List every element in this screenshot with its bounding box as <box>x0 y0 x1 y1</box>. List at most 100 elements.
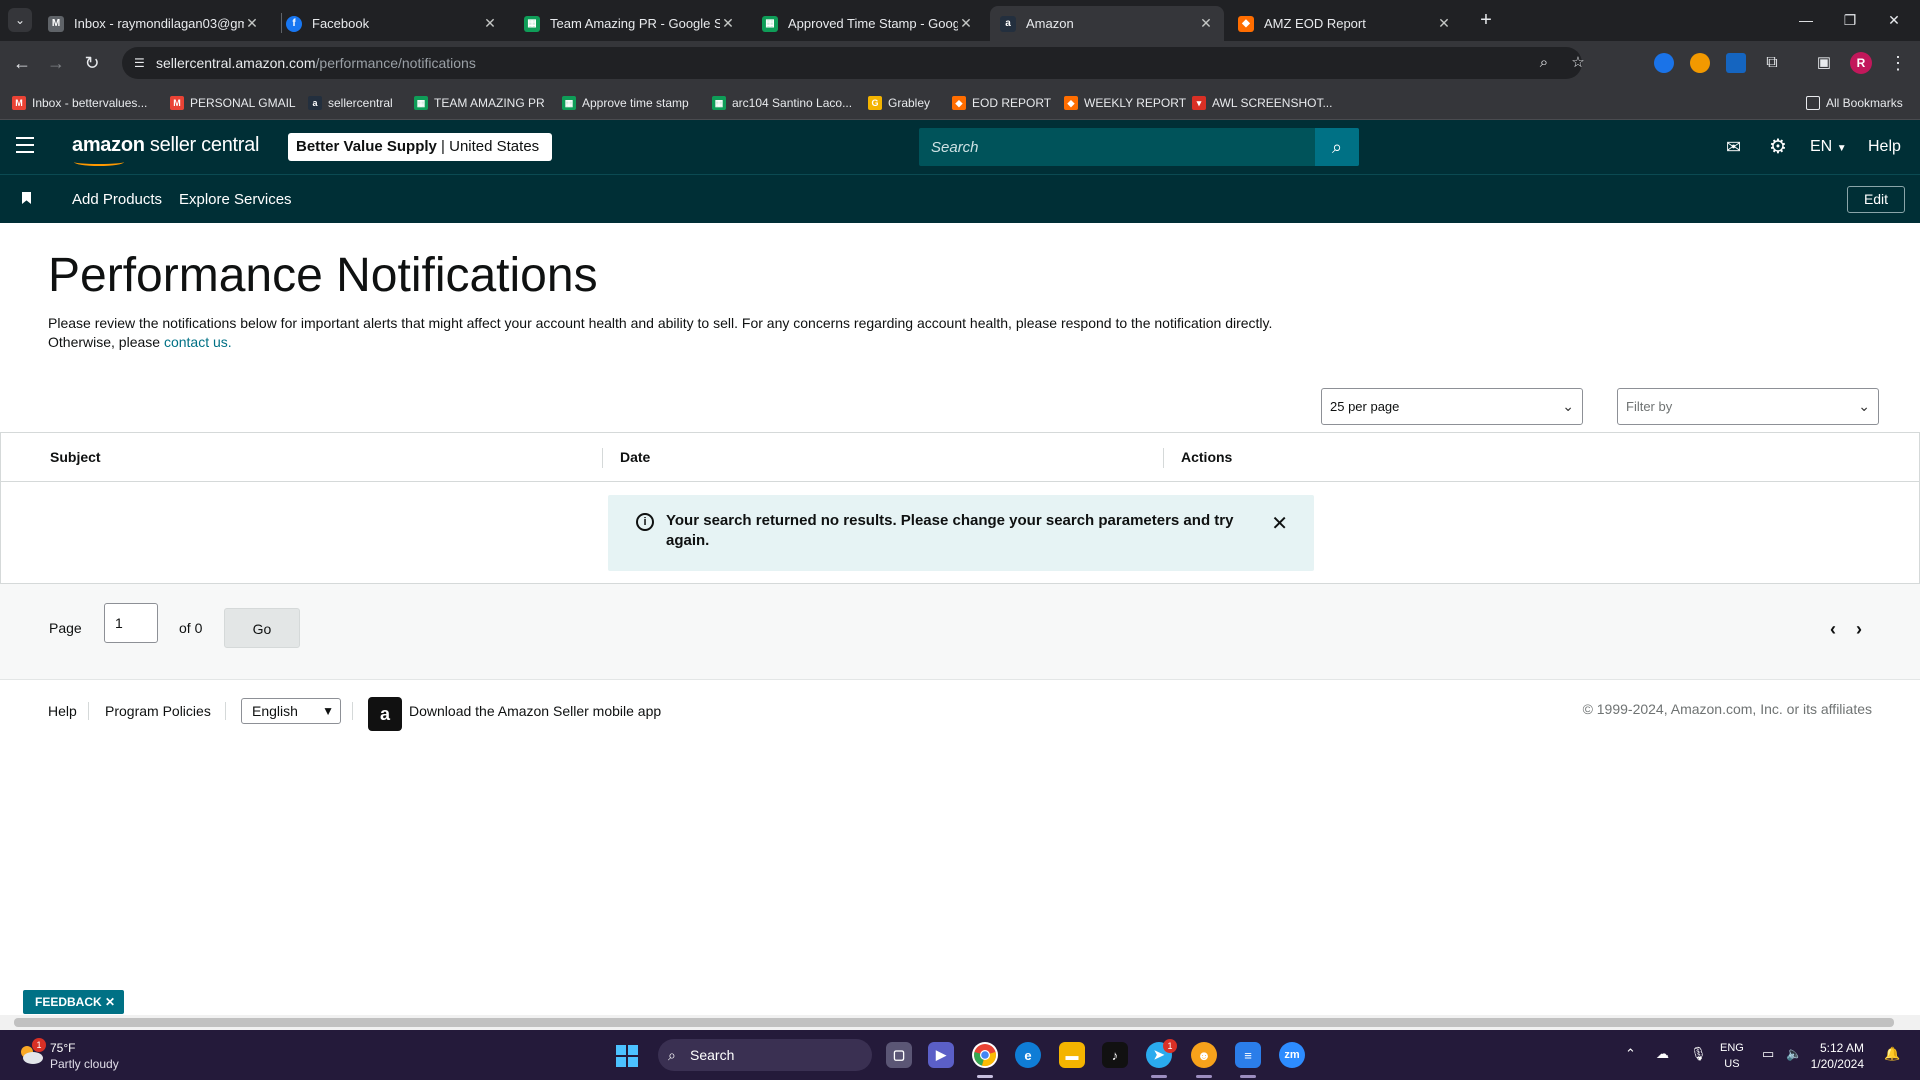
scrollbar-thumb[interactable] <box>14 1018 1894 1027</box>
extensions-icon[interactable]: ⧉ <box>1760 51 1784 75</box>
chrome-icon[interactable] <box>972 1042 998 1068</box>
bookmark-item[interactable]: M Inbox - bettervalues... <box>12 93 147 113</box>
file-explorer-icon[interactable]: ▬ <box>1059 1042 1085 1068</box>
notification-bell-icon[interactable]: 🔔 <box>1884 1046 1900 1062</box>
profile-avatar[interactable]: R <box>1850 52 1872 74</box>
all-bookmarks[interactable]: All Bookmarks <box>1806 93 1903 113</box>
dismiss-alert-icon[interactable]: ✕ <box>1271 511 1288 536</box>
bookmark-item[interactable]: ▦ TEAM AMAZING PR <box>414 93 545 113</box>
notepad-icon[interactable]: ≡ <box>1235 1042 1261 1068</box>
go-button[interactable]: Go <box>224 608 300 648</box>
browser-menu-icon[interactable]: ⋮ <box>1886 51 1910 75</box>
nav-add-products[interactable]: Add Products <box>72 191 162 208</box>
page-number-input[interactable] <box>104 603 158 643</box>
tab-amazon[interactable]: a Amazon ✕ <box>990 6 1224 41</box>
bookmark-item[interactable]: ▦ arc104 Santino Laco... <box>712 93 852 113</box>
game-icon[interactable]: ☻ <box>1191 1042 1217 1068</box>
hamburger-menu-icon[interactable] <box>16 137 36 157</box>
close-tab-icon[interactable]: ✕ <box>482 15 498 32</box>
previous-page-icon[interactable]: ‹ <box>1830 619 1836 640</box>
zoom-icon[interactable]: ⌕ <box>1534 53 1554 73</box>
bookmark-item[interactable]: M PERSONAL GMAIL <box>170 93 296 113</box>
close-tab-icon[interactable]: ✕ <box>720 15 736 32</box>
taskbar-search[interactable]: ⌕ Search <box>658 1039 872 1071</box>
input-language-indicator[interactable]: ENG US <box>1720 1040 1744 1072</box>
zoom-icon[interactable]: zm <box>1279 1042 1305 1068</box>
side-panel-icon[interactable]: ▣ <box>1812 51 1836 75</box>
bookmark-icon[interactable] <box>22 192 31 204</box>
tab-facebook[interactable]: f Facebook ✕ <box>276 6 508 41</box>
filter-by-select[interactable]: Filter by ⌄ <box>1617 388 1879 425</box>
search-button[interactable]: ⌕ <box>1315 128 1359 166</box>
gear-icon[interactable]: ⚙ <box>1769 134 1787 159</box>
tab-approved-time-stamp[interactable]: ▦ Approved Time Stamp - Google Sheets ✕ <box>752 6 984 41</box>
column-date[interactable]: Date <box>620 449 650 465</box>
new-tab-icon[interactable]: + <box>1472 8 1500 32</box>
horizontal-scrollbar[interactable] <box>0 1015 1920 1030</box>
volume-icon[interactable]: 🔈 <box>1786 1046 1802 1062</box>
tab-amz-eod-report[interactable]: ◆ AMZ EOD Report ✕ <box>1228 6 1462 41</box>
header-help-link[interactable]: Help <box>1868 138 1901 156</box>
windows-start-icon[interactable] <box>616 1045 638 1067</box>
edge-icon[interactable]: e <box>1015 1042 1041 1068</box>
close-feedback-icon[interactable]: ✕ <box>105 995 115 1009</box>
teams-icon[interactable]: ▶ <box>928 1042 954 1068</box>
footer-help-link[interactable]: Help <box>48 703 77 719</box>
store-switcher[interactable]: Better Value Supply | United States <box>288 133 552 161</box>
seller-app-icon[interactable]: a <box>368 697 402 731</box>
task-view-icon[interactable]: ▢ <box>886 1042 912 1068</box>
close-tab-icon[interactable]: ✕ <box>958 15 974 32</box>
restore-icon[interactable]: ❐ <box>1830 8 1870 32</box>
column-subject[interactable]: Subject <box>50 449 101 465</box>
forward-icon[interactable]: → <box>44 51 68 75</box>
contact-us-link[interactable]: contact us. <box>164 334 232 350</box>
bookmark-item[interactable]: a sellercentral <box>308 93 393 113</box>
extension-puzzle-blue-icon[interactable] <box>1654 53 1674 73</box>
network-icon[interactable]: ▭ <box>1762 1046 1774 1062</box>
nav-explore-services[interactable]: Explore Services <box>179 191 292 208</box>
tab-gmail[interactable]: M Inbox - raymondilagan03@gmail.com ✕ <box>38 6 270 41</box>
mail-icon[interactable]: ✉ <box>1726 137 1741 158</box>
tiktok-icon[interactable]: ♪ <box>1102 1042 1128 1068</box>
next-page-icon[interactable]: › <box>1856 619 1862 640</box>
bookmark-item[interactable]: ◆ WEEKLY REPORT <box>1064 93 1186 113</box>
tab-search-icon[interactable]: ⌄ <box>8 8 32 32</box>
footer-language-select[interactable]: English ▼ <box>241 698 341 724</box>
table-header: Subject Date Actions <box>1 433 1919 482</box>
close-tab-icon[interactable]: ✕ <box>1198 15 1214 32</box>
bookmarks-bar: M Inbox - bettervalues... M PERSONAL GMAIL… <box>0 85 1920 120</box>
close-tab-icon[interactable]: ✕ <box>244 15 260 32</box>
bookmark-item[interactable]: ▦ Approve time stamp <box>562 93 689 113</box>
weather-badge: 1 <box>32 1038 46 1052</box>
bookmark-item[interactable]: ▾ AWL SCREENSHOT... <box>1192 93 1332 113</box>
back-icon[interactable]: ← <box>10 51 34 75</box>
system-clock[interactable]: 5:12 AM 1/20/2024 <box>1811 1040 1864 1072</box>
minimize-icon[interactable]: — <box>1786 8 1826 32</box>
url-text: sellercentral.amazon.com/performance/not… <box>156 55 476 71</box>
search-input[interactable] <box>919 128 1319 166</box>
footer-divider <box>352 702 353 720</box>
cloud-offline-icon[interactable]: ☁ <box>1656 1046 1669 1062</box>
feedback-button[interactable]: FEEDBACK ✕ <box>23 990 124 1014</box>
bookmark-star-icon[interactable]: ☆ <box>1568 53 1588 73</box>
tray-overflow-icon[interactable]: ⌃ <box>1625 1046 1636 1062</box>
tab-title: Approved Time Stamp - Google Sheets <box>788 16 958 31</box>
extension-orange-icon[interactable] <box>1690 53 1710 73</box>
bookmark-item[interactable]: ◆ EOD REPORT <box>952 93 1051 113</box>
microphone-icon[interactable]: 🎙 <box>1690 1046 1707 1062</box>
program-policies-link[interactable]: Program Policies <box>105 703 211 719</box>
extension-bar-icon[interactable] <box>1726 53 1746 73</box>
close-window-icon[interactable]: ✕ <box>1874 8 1914 32</box>
address-bar[interactable]: ☰ sellercentral.amazon.com/performance/n… <box>122 47 1585 79</box>
bookmark-item[interactable]: G Grabley <box>868 93 930 113</box>
language-switcher[interactable]: EN ▼ <box>1810 138 1847 156</box>
tab-team-amazing-pr[interactable]: ▦ Team Amazing PR - Google Sheets ✕ <box>514 6 746 41</box>
close-tab-icon[interactable]: ✕ <box>1436 15 1452 32</box>
per-page-select[interactable]: 25 per page ⌄ <box>1321 388 1583 425</box>
sheets-icon: ▦ <box>712 96 726 110</box>
seller-central-logo[interactable]: amazon seller central <box>72 134 259 166</box>
download-app-link[interactable]: Download the Amazon Seller mobile app <box>409 703 661 719</box>
reload-icon[interactable]: ↻ <box>80 51 104 75</box>
edit-nav-button[interactable]: Edit <box>1847 186 1905 213</box>
site-info-icon[interactable]: ☰ <box>134 55 150 71</box>
